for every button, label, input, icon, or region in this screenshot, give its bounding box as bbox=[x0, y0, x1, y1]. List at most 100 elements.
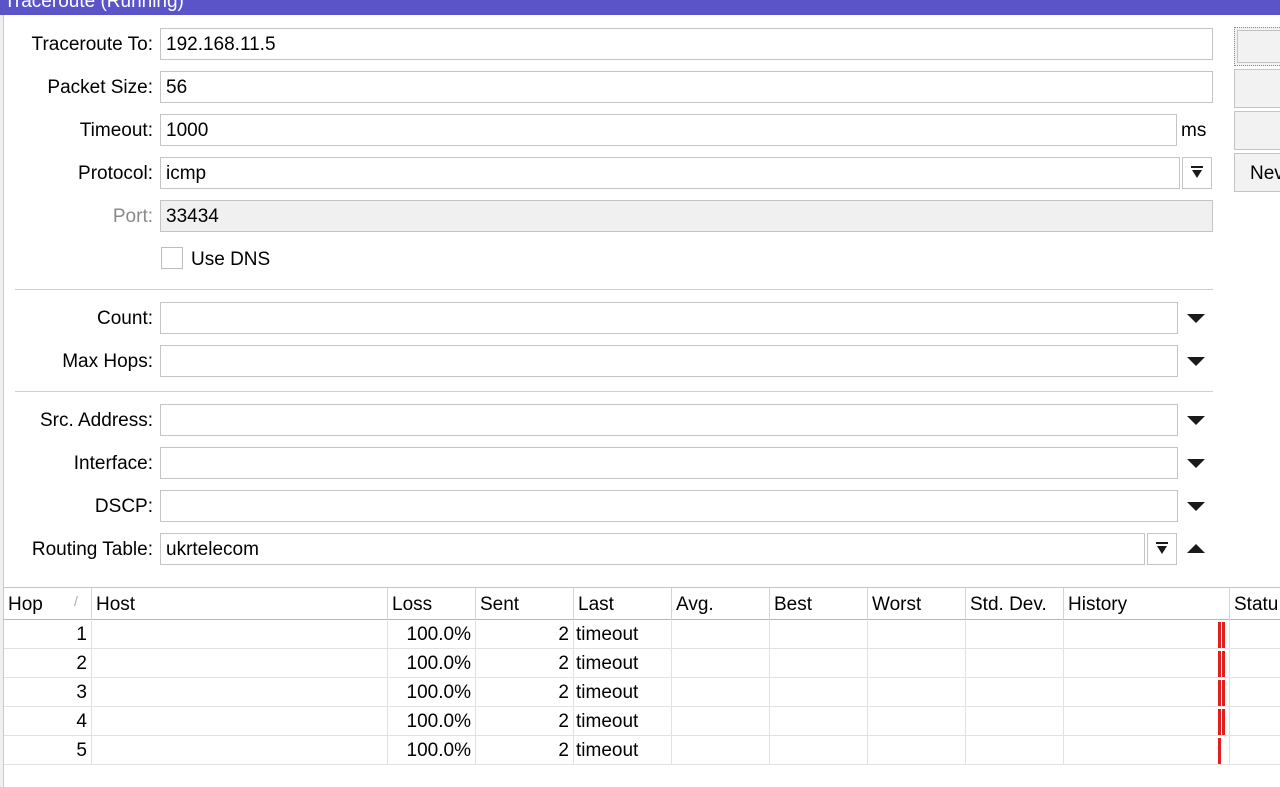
window-titlebar[interactable]: Traceroute (Running) bbox=[0, 0, 1280, 15]
routing-table-collapse-icon[interactable] bbox=[1187, 544, 1205, 553]
cell-worst bbox=[868, 736, 966, 764]
new-window-button[interactable]: Nev bbox=[1234, 153, 1280, 192]
packet-size-label: Packet Size: bbox=[47, 77, 153, 98]
sort-ascending-icon: / bbox=[74, 593, 78, 609]
traceroute-to-input[interactable]: 192.168.11.5 bbox=[160, 28, 1213, 60]
cell-last: timeout bbox=[574, 649, 672, 677]
column-header-hop[interactable]: Hop / bbox=[4, 588, 92, 620]
table-row[interactable]: 5 100.0% 2 timeout bbox=[4, 736, 1280, 765]
history-loss-bar bbox=[1222, 680, 1225, 706]
packet-size-row: Packet Size: 56 bbox=[0, 71, 1230, 105]
cell-last: timeout bbox=[574, 736, 672, 764]
table-row[interactable]: 1 100.0% 2 timeout bbox=[4, 620, 1280, 649]
max-hops-expand-icon[interactable] bbox=[1187, 357, 1205, 366]
cell-status bbox=[1230, 736, 1280, 764]
cell-last: timeout bbox=[574, 707, 672, 735]
cell-loss: 100.0% bbox=[388, 620, 476, 648]
cell-best bbox=[770, 620, 868, 648]
column-header-avg[interactable]: Avg. bbox=[672, 588, 770, 620]
routing-table-select[interactable]: ukrtelecom bbox=[160, 533, 1145, 565]
timeout-input[interactable]: 1000 bbox=[160, 114, 1177, 146]
cell-host bbox=[92, 678, 388, 706]
cell-avg bbox=[672, 620, 770, 648]
timeout-unit: ms bbox=[1181, 120, 1207, 141]
column-header-worst[interactable]: Worst bbox=[868, 588, 966, 620]
interface-input[interactable] bbox=[160, 447, 1178, 479]
cell-history bbox=[1064, 707, 1230, 735]
count-input[interactable] bbox=[160, 302, 1178, 334]
cell-best bbox=[770, 707, 868, 735]
window-title: Traceroute (Running) bbox=[4, 0, 184, 12]
count-label: Count: bbox=[97, 308, 153, 329]
cell-std-dev bbox=[966, 678, 1064, 706]
cell-worst bbox=[868, 649, 966, 677]
dscp-label: DSCP: bbox=[94, 496, 153, 517]
cell-loss: 100.0% bbox=[388, 678, 476, 706]
cell-avg bbox=[672, 678, 770, 706]
routing-table-row: Routing Table: ukrtelecom bbox=[0, 533, 1230, 567]
interface-label: Interface: bbox=[73, 453, 153, 474]
start-button[interactable] bbox=[1234, 27, 1280, 66]
protocol-label: Protocol: bbox=[78, 163, 153, 184]
column-header-host[interactable]: Host bbox=[92, 588, 388, 620]
column-header-last[interactable]: Last bbox=[574, 588, 672, 620]
port-label: Port: bbox=[112, 206, 153, 227]
protocol-dropdown-button[interactable] bbox=[1182, 157, 1212, 189]
max-hops-input[interactable] bbox=[160, 345, 1178, 377]
cell-last: timeout bbox=[574, 678, 672, 706]
cell-sent: 2 bbox=[476, 678, 574, 706]
section-divider bbox=[15, 289, 1213, 290]
cell-sent: 2 bbox=[476, 736, 574, 764]
cell-history bbox=[1064, 736, 1230, 764]
cell-sent: 2 bbox=[476, 707, 574, 735]
cell-loss: 100.0% bbox=[388, 736, 476, 764]
max-hops-label: Max Hops: bbox=[62, 351, 153, 372]
use-dns-checkbox[interactable] bbox=[161, 247, 183, 269]
table-row[interactable]: 2 100.0% 2 timeout bbox=[4, 649, 1280, 678]
src-address-expand-icon[interactable] bbox=[1187, 416, 1205, 425]
cell-avg bbox=[672, 707, 770, 735]
stop-button[interactable] bbox=[1234, 69, 1280, 108]
count-expand-icon[interactable] bbox=[1187, 314, 1205, 323]
close-button[interactable] bbox=[1234, 111, 1280, 150]
cell-status bbox=[1230, 707, 1280, 735]
cell-std-dev bbox=[966, 707, 1064, 735]
src-address-label: Src. Address: bbox=[40, 410, 153, 431]
dropdown-arrow-icon bbox=[1191, 166, 1203, 180]
column-header-sent[interactable]: Sent bbox=[476, 588, 574, 620]
cell-sent: 2 bbox=[476, 620, 574, 648]
cell-hop: 3 bbox=[4, 678, 92, 706]
cell-best bbox=[770, 678, 868, 706]
column-header-history[interactable]: History bbox=[1064, 588, 1230, 620]
cell-hop: 4 bbox=[4, 707, 92, 735]
cell-status bbox=[1230, 620, 1280, 648]
cell-worst bbox=[868, 620, 966, 648]
cell-worst bbox=[868, 678, 966, 706]
dscp-expand-icon[interactable] bbox=[1187, 502, 1205, 511]
cell-history bbox=[1064, 649, 1230, 677]
cell-host bbox=[92, 649, 388, 677]
cell-best bbox=[770, 649, 868, 677]
routing-table-dropdown-button[interactable] bbox=[1147, 533, 1177, 565]
column-header-std-dev[interactable]: Std. Dev. bbox=[966, 588, 1064, 620]
cell-std-dev bbox=[966, 620, 1064, 648]
table-row[interactable]: 3 100.0% 2 timeout bbox=[4, 678, 1280, 707]
use-dns-label[interactable]: Use DNS bbox=[191, 249, 270, 271]
history-loss-bar bbox=[1218, 680, 1221, 706]
column-header-best[interactable]: Best bbox=[770, 588, 868, 620]
packet-size-input[interactable]: 56 bbox=[160, 71, 1213, 103]
interface-row: Interface: bbox=[0, 447, 1230, 481]
protocol-select[interactable]: icmp bbox=[160, 157, 1180, 189]
table-row[interactable]: 4 100.0% 2 timeout bbox=[4, 707, 1280, 736]
column-header-status[interactable]: Statu bbox=[1230, 588, 1280, 620]
cell-hop: 2 bbox=[4, 649, 92, 677]
dscp-input[interactable] bbox=[160, 490, 1178, 522]
cell-hop: 5 bbox=[4, 736, 92, 764]
history-loss-bar bbox=[1218, 738, 1221, 764]
column-header-loss[interactable]: Loss bbox=[388, 588, 476, 620]
interface-expand-icon[interactable] bbox=[1187, 459, 1205, 468]
cell-status bbox=[1230, 649, 1280, 677]
cell-status bbox=[1230, 678, 1280, 706]
src-address-input[interactable] bbox=[160, 404, 1178, 436]
traceroute-to-row: Traceroute To: 192.168.11.5 bbox=[0, 28, 1230, 62]
